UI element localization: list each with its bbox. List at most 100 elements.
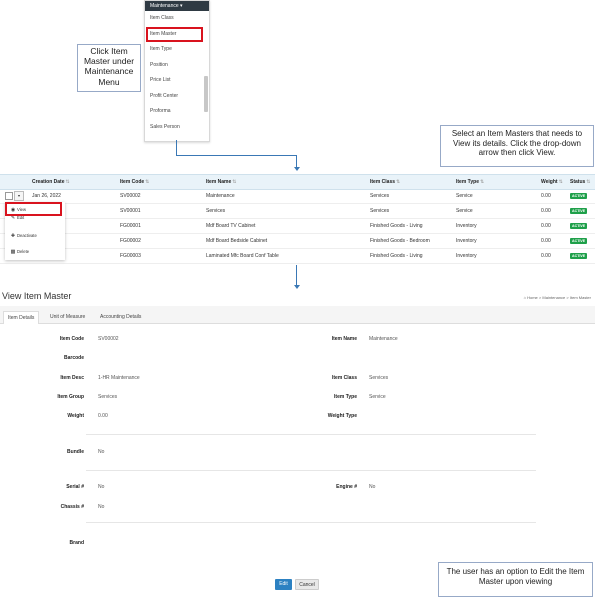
maintenance-menu: Maintenance ▾ Item Class Item Master Ite… — [144, 0, 210, 142]
status-badge: ACTIVE — [570, 193, 588, 199]
cell-item-type: Inventory — [456, 223, 477, 229]
col-item-code[interactable]: Item Code⇅ — [120, 175, 149, 189]
status-badge: ACTIVE — [570, 223, 588, 229]
connector-line — [296, 265, 297, 286]
menu-scrollbar[interactable] — [204, 76, 208, 112]
view-highlight-box — [5, 202, 62, 216]
callout-menu: Click Item Master under Maintenance Menu — [77, 44, 141, 92]
breadcrumb-separator: > — [538, 295, 542, 300]
col-creation-date-label: Creation Date — [32, 179, 65, 185]
menu-item-price-list[interactable]: Price List — [145, 73, 209, 89]
sort-icon: ⇅ — [479, 179, 485, 185]
maintenance-menu-header[interactable]: Maintenance ▾ — [145, 1, 209, 11]
cell-item-class: Finished Goods - Bedroom — [370, 238, 430, 244]
callout-select-text: Select an Item Masters that needs to Vie… — [451, 129, 583, 158]
value-engine: No — [369, 484, 376, 490]
breadcrumb-maintenance[interactable]: Maintenance — [542, 295, 565, 300]
sort-icon: ⇅ — [586, 179, 591, 185]
label-item-code: Item Code — [59, 336, 84, 342]
tab-unit-of-measure[interactable]: Unit of Measure — [46, 311, 89, 323]
menu-item-profit-center[interactable]: Profit Center — [145, 89, 209, 105]
cell-item-name: Mdf Board Bedside Cabinet — [206, 238, 268, 244]
value-chassis: No — [98, 504, 105, 510]
cell-item-code: FG00002 — [120, 238, 141, 244]
menu-item-sales-person[interactable]: Sales Person — [145, 120, 209, 136]
table-row[interactable]: ▾ Jan 26, 2022 SV00002 Maintenance Servi… — [0, 189, 595, 204]
action-deactivate[interactable]: ✚ Deactivate — [5, 230, 65, 242]
menu-item-item-type[interactable]: Item Type — [145, 42, 209, 58]
label-item-class: Item Class — [331, 375, 357, 381]
label-engine: Engine # — [336, 484, 357, 490]
label-item-group: Item Group — [57, 394, 84, 400]
cell-item-class: Services — [370, 193, 390, 199]
sort-icon: ⇅ — [232, 179, 237, 185]
value-bundle: No — [98, 449, 105, 455]
row-dropdown-arrow-icon[interactable]: ▾ — [14, 191, 24, 201]
value-item-class: Services — [369, 375, 389, 381]
divider — [86, 522, 536, 523]
menu-item-position[interactable]: Position — [145, 58, 209, 74]
sort-icon: ⇅ — [396, 179, 401, 185]
cell-item-class: Finished Goods - Living — [370, 253, 423, 259]
col-status[interactable]: Status⇅ — [570, 175, 590, 189]
cell-item-type: Inventory — [456, 253, 477, 259]
callout-edit-text: The user has an option to Edit the Item … — [446, 567, 585, 586]
col-item-name[interactable]: Item Name⇅ — [206, 175, 237, 189]
action-delete[interactable]: ▩ Delete — [5, 246, 65, 258]
page-title: View Item Master — [2, 291, 72, 301]
breadcrumb-current: Item Master — [569, 295, 591, 300]
edit-button[interactable]: Edit — [275, 579, 292, 590]
tab-item-details[interactable]: Item Details — [3, 311, 40, 325]
tab-bar: Item Details Unit of Measure Accounting … — [0, 311, 595, 325]
home-icon: ⌂ — [523, 295, 526, 300]
sort-icon: ⇅ — [558, 179, 563, 185]
cell-item-type: Inventory — [456, 238, 477, 244]
cell-item-name: Laminated Mfc Board Conf Table — [206, 253, 279, 259]
menu-item-item-master[interactable]: Item Master — [146, 26, 203, 42]
row-checkbox[interactable] — [5, 192, 13, 200]
cancel-button[interactable]: Cancel — [295, 579, 319, 590]
table-row[interactable]: SV00001 Services Services Service 0.00 A… — [0, 204, 595, 219]
breadcrumb: ⌂ Home > Maintenance > Item Master — [524, 295, 591, 300]
cell-item-type: Service — [456, 193, 473, 199]
cell-item-name: Maintenance — [206, 193, 235, 199]
col-item-type[interactable]: Item Type⇅ — [456, 175, 484, 189]
cell-item-code: FG00003 — [120, 253, 141, 259]
cell-weight: 0.00 — [541, 253, 551, 259]
col-creation-date[interactable]: Creation Date⇅ — [32, 175, 70, 189]
cell-weight: 0.00 — [541, 238, 551, 244]
col-weight-label: Weight — [541, 179, 558, 185]
table-row[interactable]: FG00002 Mdf Board Bedside Cabinet Finish… — [0, 234, 595, 249]
arrow-down-icon — [293, 285, 300, 289]
trash-icon: ▩ — [10, 249, 16, 255]
col-weight[interactable]: Weight⇅ — [541, 175, 563, 189]
cell-item-class: Finished Goods - Living — [370, 223, 423, 229]
label-item-type: Item Type — [334, 394, 357, 400]
grid-header: Creation Date⇅ Item Code⇅ Item Name⇅ Ite… — [0, 174, 595, 190]
label-weight-type: Weight Type — [327, 413, 357, 419]
col-item-class[interactable]: Item Class⇅ — [370, 175, 400, 189]
cell-weight: 0.00 — [541, 223, 551, 229]
table-row[interactable]: FG00001 Mdf Board TV Cabinet Finished Go… — [0, 219, 595, 234]
cell-item-code: FG00001 — [120, 223, 141, 229]
table-row[interactable]: FG00003 Laminated Mfc Board Conf Table F… — [0, 249, 595, 264]
breadcrumb-home[interactable]: Home — [527, 295, 538, 300]
value-serial: No — [98, 484, 105, 490]
cell-item-type: Service — [456, 208, 473, 214]
plus-icon: ✚ — [10, 233, 16, 239]
callout-edit: The user has an option to Edit the Item … — [438, 562, 593, 597]
connector-line — [176, 140, 177, 155]
cell-creation-date: Jan 26, 2022 — [32, 193, 61, 199]
menu-item-proforma[interactable]: Proforma — [145, 104, 209, 120]
value-item-name: Maintenance — [369, 336, 398, 342]
tab-accounting-details[interactable]: Accounting Details — [96, 311, 145, 323]
value-item-desc: 1-HR Maintenance — [98, 375, 140, 381]
sort-icon: ⇅ — [145, 179, 150, 185]
value-item-code: SV00002 — [98, 336, 119, 342]
callout-select: Select an Item Masters that needs to Vie… — [440, 125, 594, 167]
divider — [86, 434, 536, 435]
label-serial: Serial # — [66, 484, 84, 490]
connector-line — [176, 155, 297, 156]
menu-item-item-class[interactable]: Item Class — [145, 11, 209, 27]
arrow-down-icon — [293, 167, 300, 171]
